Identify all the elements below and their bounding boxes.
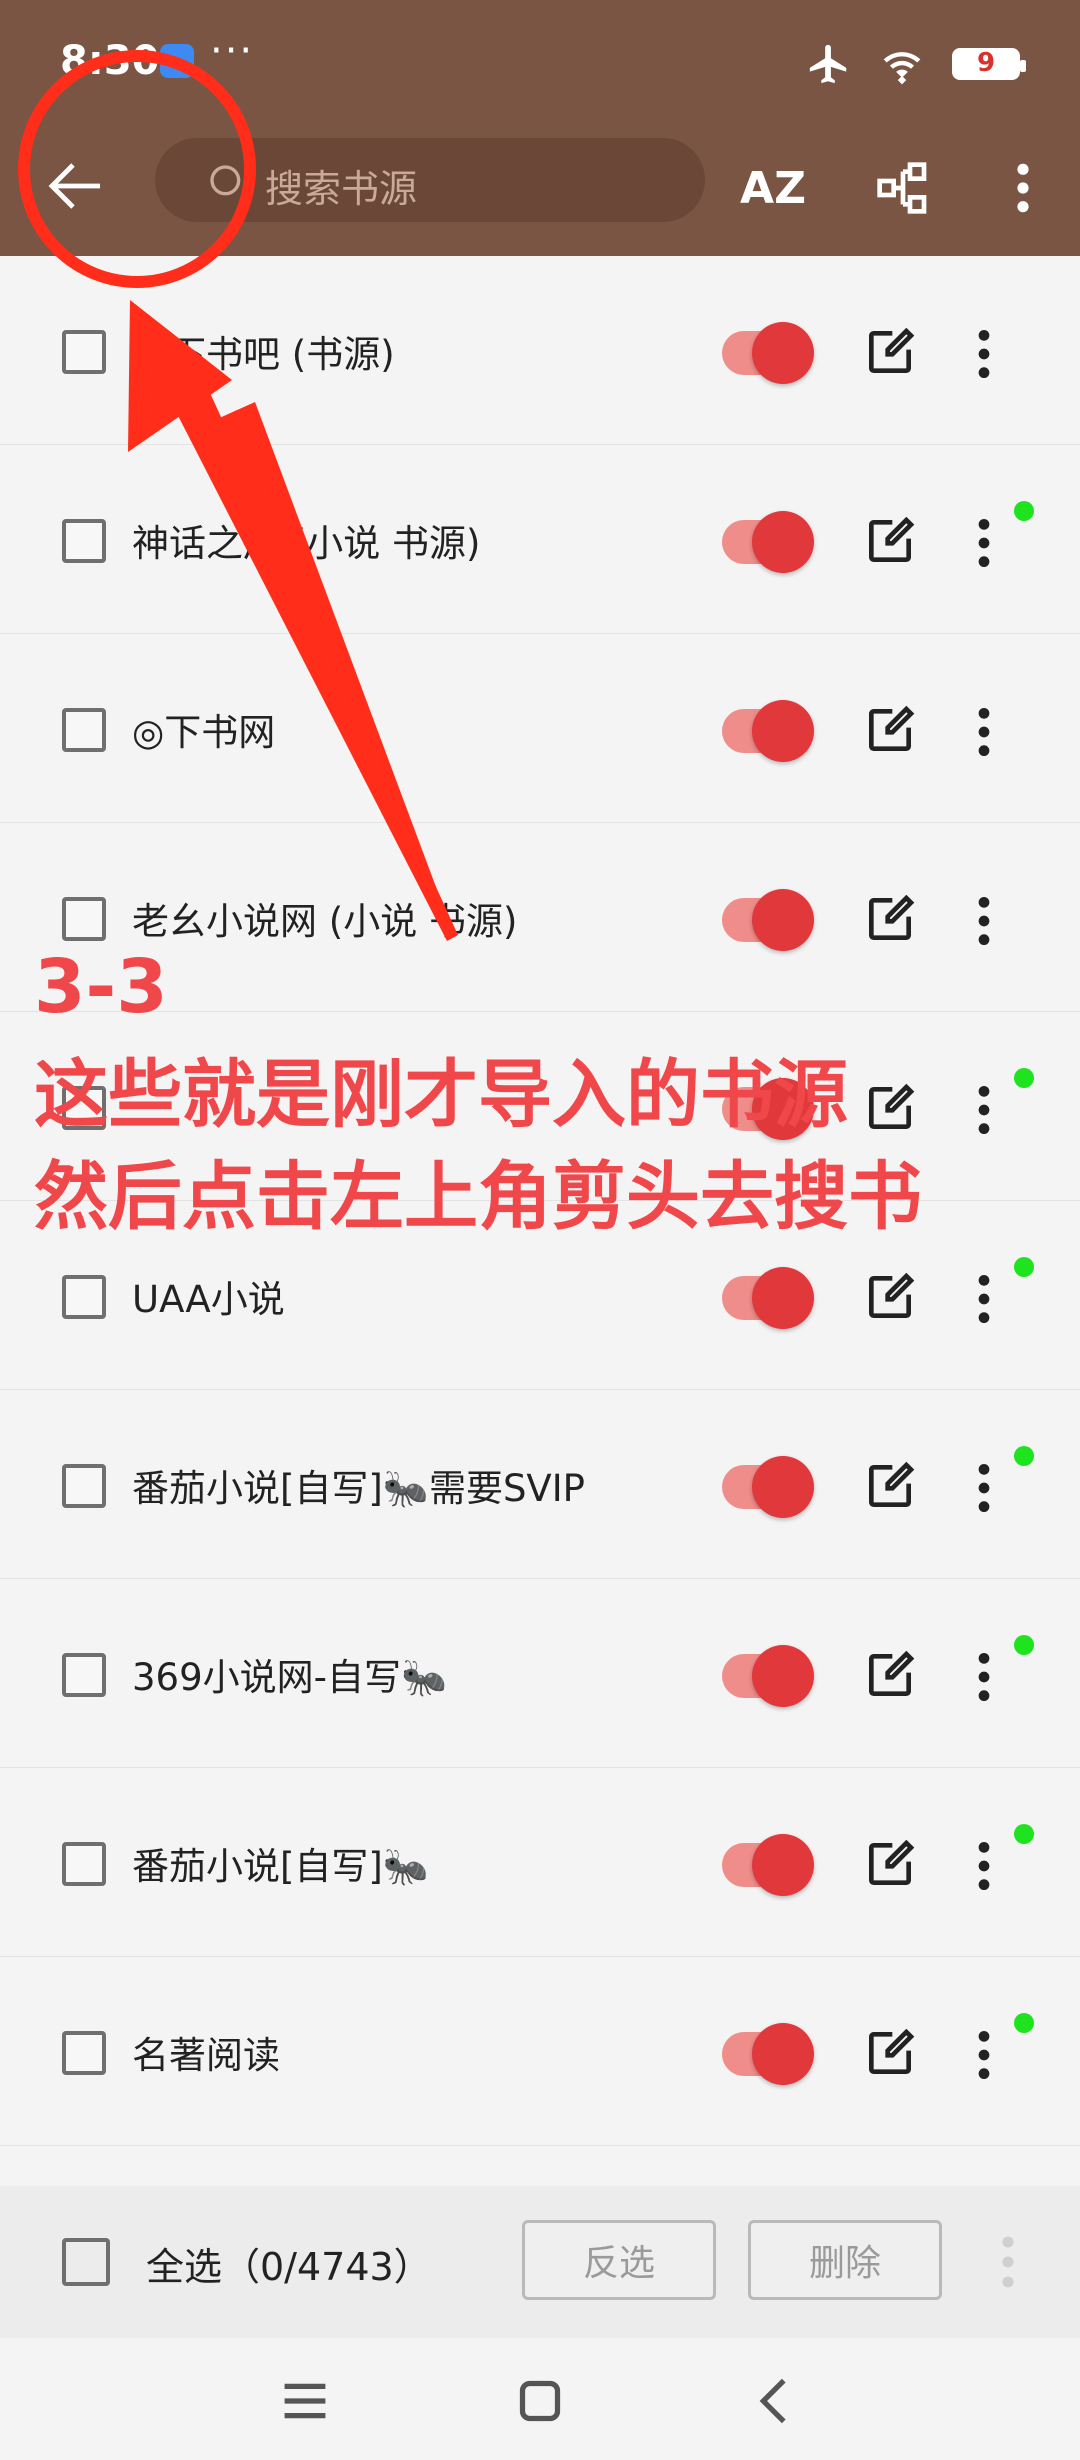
edit-icon[interactable] bbox=[862, 2025, 918, 2081]
edit-icon[interactable] bbox=[862, 513, 918, 569]
edit-icon[interactable] bbox=[862, 1836, 918, 1892]
more-vert-icon[interactable] bbox=[968, 515, 1000, 571]
source-name: 名著阅读 bbox=[132, 2034, 280, 2077]
row-checkbox[interactable] bbox=[62, 330, 106, 374]
select-all-checkbox[interactable] bbox=[62, 2238, 110, 2286]
more-vert-icon[interactable] bbox=[968, 2027, 1000, 2083]
more-notifications-icon: ··· bbox=[210, 28, 255, 74]
toggle-knob bbox=[752, 1834, 814, 1896]
group-icon bbox=[877, 162, 927, 214]
more-vert-icon bbox=[1017, 163, 1029, 213]
more-vert-icon[interactable] bbox=[968, 1082, 1000, 1138]
more-vert-icon[interactable] bbox=[968, 1649, 1000, 1705]
bottom-action-bar: 全选（0/4743） 反选 删除 bbox=[0, 2186, 1080, 2338]
toggle-knob bbox=[752, 1456, 814, 1518]
back-nav-icon[interactable] bbox=[740, 2366, 810, 2436]
enable-toggle[interactable] bbox=[722, 2023, 814, 2085]
active-status-dot bbox=[1014, 1068, 1034, 1088]
source-name: 爱下书吧 (书源) bbox=[132, 333, 395, 376]
enable-toggle[interactable] bbox=[722, 1645, 814, 1707]
row-checkbox[interactable] bbox=[62, 897, 106, 941]
enable-toggle[interactable] bbox=[722, 511, 814, 573]
annotation-circle bbox=[18, 50, 256, 288]
more-vert-icon[interactable] bbox=[968, 1838, 1000, 1894]
enable-toggle[interactable] bbox=[722, 889, 814, 951]
annotation-step: 3-3 bbox=[34, 944, 168, 1030]
annotation-line-1: 这些就是刚才导入的书源 bbox=[34, 1052, 848, 1138]
source-row[interactable]: 番茄小说[自写]🐜需要SVIP bbox=[0, 1390, 1080, 1579]
select-all-label[interactable]: 全选（0/4743） bbox=[146, 2236, 432, 2291]
source-name: 番茄小说[自写]🐜 bbox=[132, 1845, 429, 1888]
home-nav-icon[interactable] bbox=[505, 2366, 575, 2436]
source-row[interactable]: 神话之后 (小说 书源) bbox=[0, 445, 1080, 634]
enable-toggle[interactable] bbox=[722, 322, 814, 384]
active-status-dot bbox=[1014, 501, 1034, 521]
enable-toggle[interactable] bbox=[722, 1834, 814, 1896]
more-vert-icon[interactable] bbox=[993, 2232, 1023, 2292]
annotation-line-2: 然后点击左上角剪头去搜书 bbox=[34, 1154, 922, 1240]
delete-button[interactable]: 删除 bbox=[748, 2220, 942, 2300]
source-row[interactable]: 番茄小说[自写]🐜 bbox=[0, 1768, 1080, 1957]
edit-icon[interactable] bbox=[862, 1269, 918, 1325]
source-name: ◎下书网 bbox=[132, 711, 276, 754]
sort-az-icon: AZ bbox=[740, 162, 806, 214]
toggle-knob bbox=[752, 511, 814, 573]
toggle-knob bbox=[752, 1645, 814, 1707]
toggle-knob bbox=[752, 2023, 814, 2085]
source-name: 老幺小说网 (小说 书源) bbox=[132, 900, 518, 943]
source-name: 神话之后 (小说 书源) bbox=[132, 522, 481, 565]
row-checkbox[interactable] bbox=[62, 519, 106, 563]
more-vert-icon[interactable] bbox=[968, 1460, 1000, 1516]
edit-icon[interactable] bbox=[862, 891, 918, 947]
source-name: UAA小说 bbox=[132, 1278, 285, 1321]
source-row[interactable]: ◎下书网 bbox=[0, 634, 1080, 823]
edit-icon[interactable] bbox=[862, 1080, 918, 1136]
active-status-dot bbox=[1014, 1446, 1034, 1466]
enable-toggle[interactable] bbox=[722, 700, 814, 762]
invert-selection-button[interactable]: 反选 bbox=[522, 2220, 716, 2300]
wifi-icon bbox=[883, 52, 921, 85]
more-vert-icon[interactable] bbox=[968, 704, 1000, 760]
edit-icon[interactable] bbox=[862, 1647, 918, 1703]
battery-icon: 9 bbox=[952, 48, 1026, 80]
more-vert-icon[interactable] bbox=[968, 893, 1000, 949]
enable-toggle[interactable] bbox=[722, 1456, 814, 1518]
edit-icon[interactable] bbox=[862, 324, 918, 380]
battery-level: 9 bbox=[976, 48, 996, 78]
row-checkbox[interactable] bbox=[62, 1275, 106, 1319]
source-row[interactable]: 369小说网-自写🐜 bbox=[0, 1579, 1080, 1768]
toggle-knob bbox=[752, 889, 814, 951]
system-nav-bar bbox=[0, 2338, 1080, 2460]
active-status-dot bbox=[1014, 1635, 1034, 1655]
more-vert-icon[interactable] bbox=[968, 1271, 1000, 1327]
row-checkbox[interactable] bbox=[62, 1653, 106, 1697]
status-icons: 9 bbox=[806, 40, 1026, 88]
source-name: 番茄小说[自写]🐜需要SVIP bbox=[132, 1467, 585, 1510]
menu-nav-icon[interactable] bbox=[270, 2366, 340, 2436]
row-checkbox[interactable] bbox=[62, 1464, 106, 1508]
overflow-menu-button[interactable] bbox=[985, 150, 1061, 226]
toggle-knob bbox=[752, 700, 814, 762]
row-checkbox[interactable] bbox=[62, 1842, 106, 1886]
active-status-dot bbox=[1014, 1824, 1034, 1844]
edit-icon[interactable] bbox=[862, 702, 918, 758]
row-checkbox[interactable] bbox=[62, 2031, 106, 2075]
toggle-knob bbox=[752, 1267, 814, 1329]
search-placeholder: 搜索书源 bbox=[265, 167, 418, 211]
toggle-knob bbox=[752, 322, 814, 384]
airplane-mode-icon bbox=[809, 44, 847, 84]
active-status-dot bbox=[1014, 1257, 1034, 1277]
source-row[interactable]: 名著阅读 bbox=[0, 1957, 1080, 2146]
source-name: 369小说网-自写🐜 bbox=[132, 1656, 448, 1699]
group-button[interactable] bbox=[865, 150, 941, 226]
enable-toggle[interactable] bbox=[722, 1267, 814, 1329]
row-checkbox[interactable] bbox=[62, 708, 106, 752]
sort-az-button[interactable]: AZ bbox=[735, 150, 811, 226]
more-vert-icon[interactable] bbox=[968, 326, 1000, 382]
active-status-dot bbox=[1014, 2013, 1034, 2033]
edit-icon[interactable] bbox=[862, 1458, 918, 1514]
